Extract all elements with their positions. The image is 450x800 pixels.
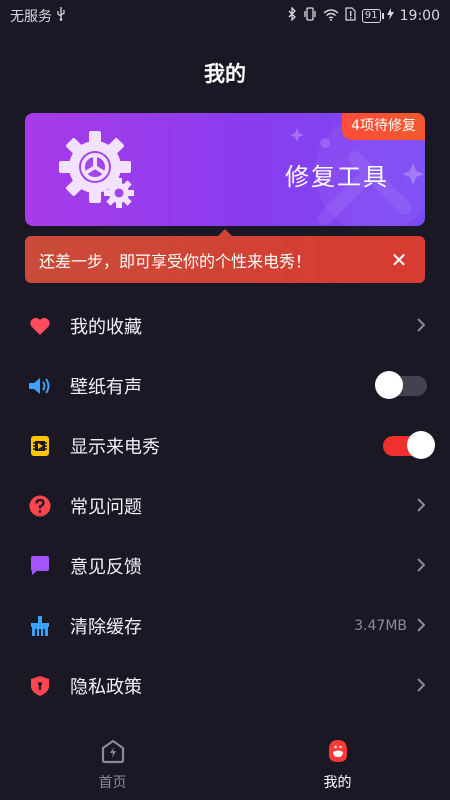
menu-label: 清除缓存 xyxy=(70,617,142,638)
alert-sim-icon xyxy=(345,7,356,25)
menu-item-clear-cache[interactable]: 清除缓存 3.47MB xyxy=(0,596,450,656)
menu-item-favorites[interactable]: 我的收藏 xyxy=(0,296,450,356)
bottom-tab-bar: 首页 我的 xyxy=(0,730,450,800)
carrier-text: 无服务 xyxy=(10,9,52,25)
toggle-knob xyxy=(407,431,435,459)
chevron-right-icon xyxy=(417,556,426,577)
chevron-right-icon xyxy=(417,316,426,337)
menu-item-show-call-show[interactable]: 显示来电秀 xyxy=(0,416,450,476)
tab-home[interactable]: 首页 xyxy=(0,730,225,800)
wifi-icon xyxy=(323,8,339,25)
pending-repair-badge: 4项待修复 xyxy=(342,113,425,140)
menu-label: 壁纸有声 xyxy=(70,377,142,398)
wallpaper-sound-toggle[interactable] xyxy=(375,371,427,399)
broom-icon xyxy=(28,614,52,638)
chevron-right-icon xyxy=(417,676,426,697)
repair-tool-banner[interactable]: 4项待修复 修复工具 xyxy=(25,113,425,226)
menu-item-wallpaper-sound[interactable]: 壁纸有声 xyxy=(0,356,450,416)
heart-icon xyxy=(28,314,52,338)
toggle-knob xyxy=(375,371,403,399)
status-left: 无服务 xyxy=(10,6,66,26)
tab-label: 我的 xyxy=(323,775,352,791)
menu-label: 隐私政策 xyxy=(70,677,142,698)
menu-label: 我的收藏 xyxy=(70,317,142,338)
call-show-icon xyxy=(28,434,52,458)
status-right: 91 19:00 xyxy=(288,6,440,25)
close-icon[interactable]: ✕ xyxy=(387,248,411,272)
feedback-icon xyxy=(28,554,52,578)
tab-label: 首页 xyxy=(98,775,127,791)
call-show-toggle[interactable] xyxy=(383,431,435,459)
page-title: 我的 xyxy=(204,62,246,86)
time-text: 19:00 xyxy=(399,8,440,24)
battery-indicator: 91 xyxy=(361,9,384,23)
settings-menu: 我的收藏 壁纸有声 显示来电秀 常见问题 意见反馈 清除缓存 3.47MB 隐私… xyxy=(0,296,450,716)
chevron-right-icon xyxy=(417,496,426,517)
cache-size: 3.47MB xyxy=(354,618,407,634)
menu-item-faq[interactable]: 常见问题 xyxy=(0,476,450,536)
menu-item-privacy-policy[interactable]: 隐私政策 xyxy=(0,656,450,716)
menu-label: 显示来电秀 xyxy=(70,437,160,458)
question-icon xyxy=(28,494,52,518)
call-show-tip[interactable]: 还差一步，即可享受你的个性来电秀！ ✕ xyxy=(25,229,425,283)
bluetooth-icon xyxy=(288,6,297,25)
tip-text: 还差一步，即可享受你的个性来电秀！ xyxy=(39,251,312,271)
home-bolt-icon xyxy=(100,738,126,768)
profile-icon xyxy=(325,738,351,768)
repair-tool-title: 修复工具 xyxy=(285,163,389,191)
gear-icon xyxy=(53,127,143,221)
status-bar: 无服务 91 19:00 xyxy=(0,0,450,32)
tab-mine[interactable]: 我的 xyxy=(225,730,450,800)
usb-icon xyxy=(56,7,66,25)
menu-item-feedback[interactable]: 意见反馈 xyxy=(0,536,450,596)
shield-icon xyxy=(28,674,52,698)
chevron-right-icon xyxy=(417,616,426,637)
speaker-icon xyxy=(28,374,52,398)
menu-label: 常见问题 xyxy=(70,497,142,518)
menu-label: 意见反馈 xyxy=(70,557,142,578)
charging-icon xyxy=(386,8,394,24)
vibrate-icon xyxy=(303,7,317,25)
